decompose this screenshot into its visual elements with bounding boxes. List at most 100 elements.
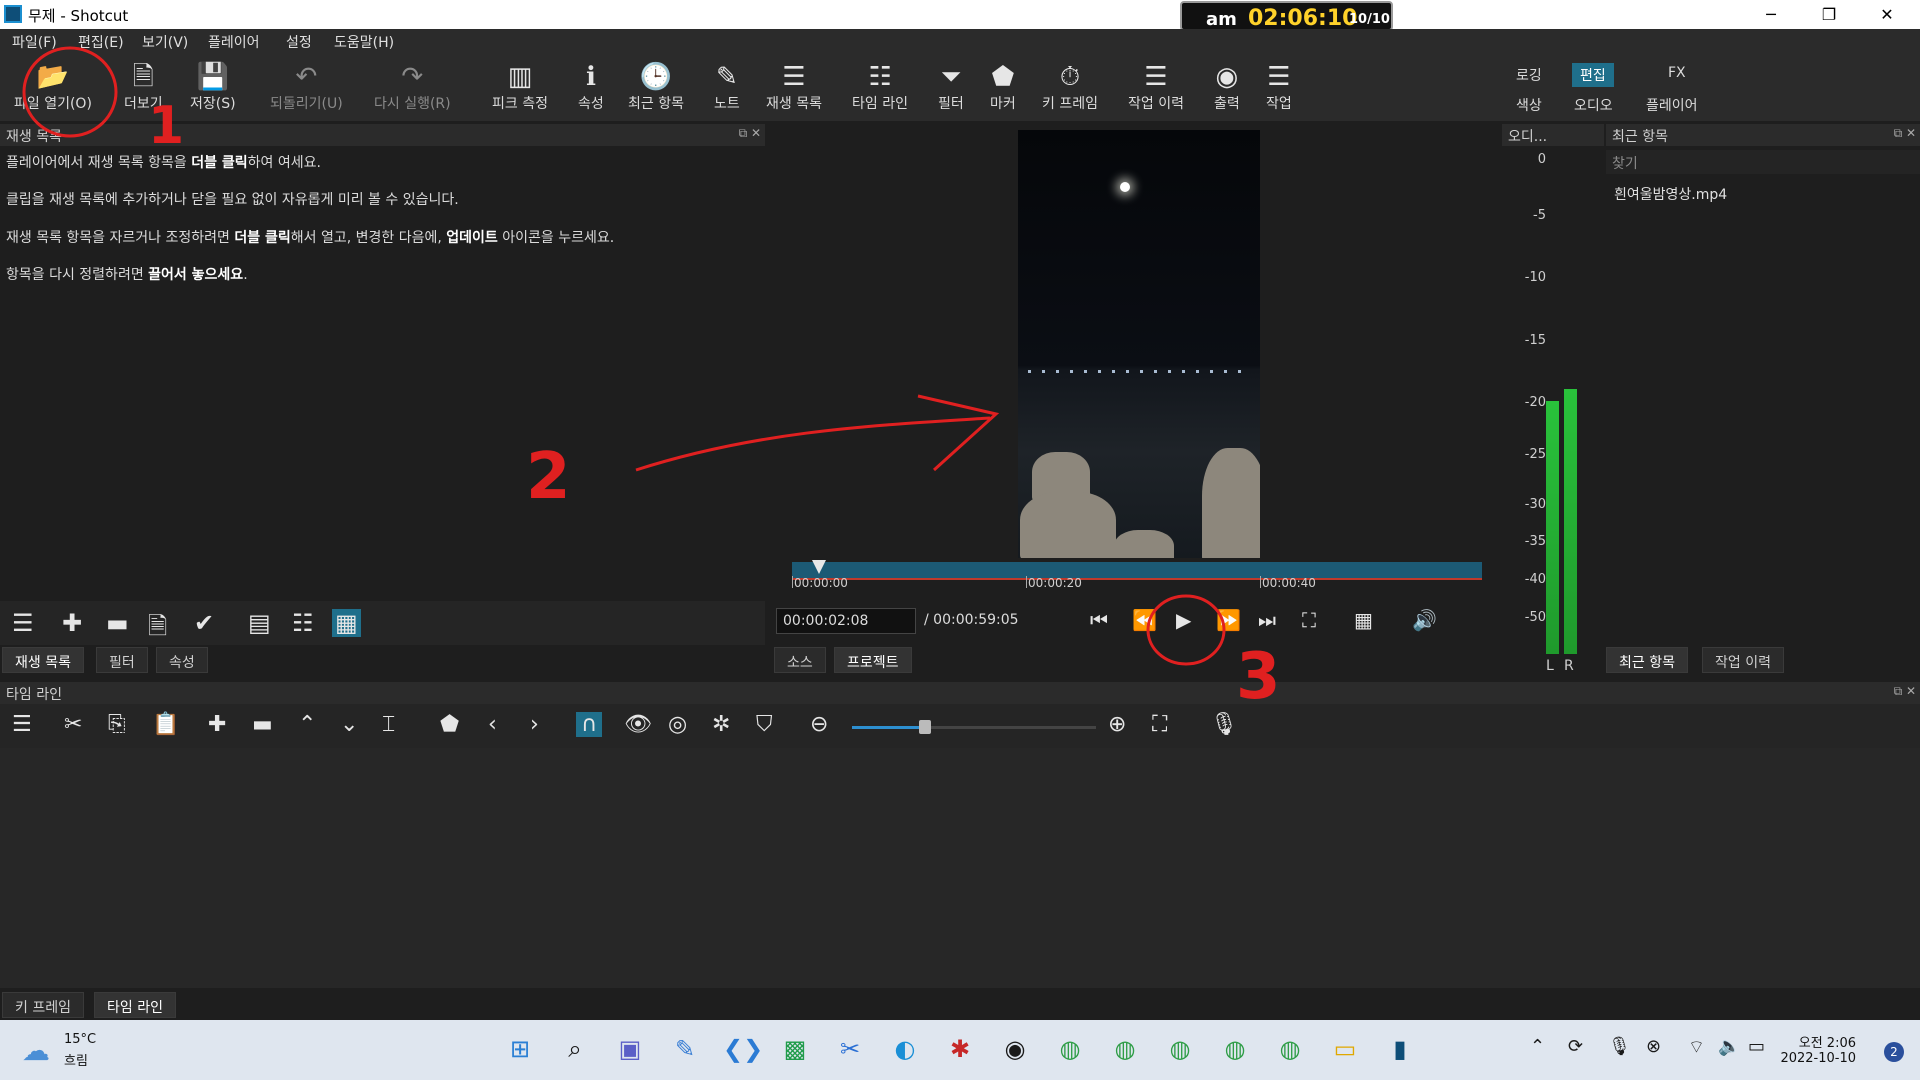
viewer-scrubber[interactable]: 00:00:00 00:00:20 00:00:40 (782, 560, 1492, 596)
chrome-icon[interactable]: ◍ (1053, 1032, 1087, 1066)
properties-button[interactable]: ℹ 속성 (578, 61, 604, 113)
keyframes-button[interactable]: ⏱ 키 프레임 (1042, 61, 1098, 113)
recent-search-input[interactable]: 찾기 (1606, 150, 1920, 174)
list-view-icon[interactable]: ☷ (292, 609, 314, 637)
overwrite-icon[interactable]: ⌄ (340, 712, 358, 737)
ripple-all-icon[interactable]: ✲ (712, 712, 730, 737)
microphone-icon[interactable]: 🎙 (1608, 1036, 1631, 1057)
copy-icon[interactable]: ⎘ (108, 712, 126, 737)
update-icon[interactable]: 🗎 (148, 609, 167, 650)
layout-color[interactable]: 색상 (1508, 93, 1550, 117)
menu-edit[interactable]: 편집(E) (78, 32, 124, 52)
tab-history[interactable]: 작업 이력 (1702, 647, 1784, 673)
remove-clip-icon[interactable]: ▬ (106, 609, 129, 637)
vscode-icon[interactable]: ❮❯ (723, 1032, 763, 1066)
chat-icon[interactable]: ▣ (613, 1032, 647, 1066)
tab-filters[interactable]: 필터 (96, 647, 148, 673)
playlist-menu-icon[interactable]: ☰ (12, 609, 34, 637)
start-icon[interactable]: ⊞ (503, 1032, 537, 1066)
recent-button[interactable]: 🕒 최근 항목 (628, 61, 684, 113)
tab-project[interactable]: 프로젝트 (834, 647, 912, 673)
marker-icon[interactable]: ⬟ (440, 712, 459, 737)
snipping-tool-icon[interactable]: ✂ (833, 1032, 867, 1066)
details-view-icon[interactable]: ▤ (248, 609, 271, 637)
ripple-markers-icon[interactable]: ⛉ (756, 712, 773, 737)
notes-button[interactable]: ✎ 노트 (714, 61, 740, 113)
append-icon[interactable]: ✚ (208, 712, 226, 737)
chrome-icon[interactable]: ◍ (1163, 1032, 1197, 1066)
minimize-button[interactable]: ─ (1748, 2, 1794, 27)
volume-icon[interactable]: 🔊 (1412, 608, 1437, 632)
shotcut-taskbar-icon[interactable]: ▮ (1383, 1032, 1417, 1066)
playlist-button[interactable]: ☰ 재생 목록 (766, 61, 822, 113)
zoom-out-icon[interactable]: ⊖ (810, 712, 828, 737)
cut-icon[interactable]: ✂ (64, 712, 82, 737)
jobs-button[interactable]: ☰ 작업 (1266, 61, 1292, 113)
export-button[interactable]: ◉ 출력 (1214, 61, 1240, 113)
zoom-fit-icon[interactable]: ⛶ (1302, 608, 1316, 632)
chrome-icon[interactable]: ◍ (1218, 1032, 1252, 1066)
weather-temperature[interactable]: 15°C (64, 1032, 96, 1047)
layout-editing[interactable]: 편집 (1572, 63, 1614, 87)
weather-condition[interactable]: 흐림 (64, 1050, 88, 1069)
maximize-button[interactable]: ❐ (1806, 2, 1852, 27)
tab-properties[interactable]: 속성 (156, 647, 208, 673)
taskbar-clock[interactable]: 오전 2:06 2022-10-10 (1780, 1032, 1856, 1066)
menu-settings[interactable]: 설정 (286, 32, 312, 52)
lift-icon[interactable]: ⌃ (298, 712, 316, 737)
pycharm-icon[interactable]: ▩ (778, 1032, 812, 1066)
cloud-icon[interactable]: ☁ (22, 1034, 50, 1067)
layout-audio[interactable]: 오디오 (1566, 93, 1621, 117)
recent-item[interactable]: 흰여울밤영상.mp4 (1614, 184, 1727, 204)
add-clip-icon[interactable]: ✚ (62, 609, 82, 637)
record-audio-icon[interactable]: 🎙 (1210, 712, 1238, 737)
zoom-slider[interactable] (852, 720, 1096, 734)
split-icon[interactable]: ⌶ (382, 712, 395, 737)
ripple-icon[interactable]: ◎ (668, 712, 687, 737)
previous-marker-icon[interactable]: ‹ (488, 712, 497, 737)
position-timecode-field[interactable]: 00:00:02:08 (776, 608, 916, 634)
snap-magnet-icon[interactable]: ∩ (576, 712, 603, 737)
zoom-in-icon[interactable]: ⊕ (1108, 712, 1126, 737)
tab-playlist[interactable]: 재생 목록 (2, 647, 84, 673)
history-button[interactable]: ☰ 작업 이력 (1128, 61, 1184, 113)
tab-timeline[interactable]: 타임 라인 (94, 992, 176, 1018)
redo-button[interactable]: ↷ 다시 실행(R) (374, 61, 451, 113)
search-icon[interactable]: ⌕ (558, 1032, 592, 1066)
layout-logging[interactable]: 로깅 (1508, 63, 1550, 87)
filters-button[interactable]: ⏷ 필터 (938, 61, 964, 113)
panel-float-close-icon[interactable]: ⧉ ✕ (1894, 684, 1916, 699)
playhead[interactable] (812, 560, 826, 574)
zoom-slider-handle[interactable] (919, 720, 932, 734)
grid-icon[interactable]: ▦ (1354, 608, 1373, 632)
battery-icon[interactable]: ▭ (1748, 1036, 1765, 1057)
zoom-fit-icon[interactable]: ⛶ (1152, 712, 1167, 737)
timeline-menu-icon[interactable]: ☰ (12, 712, 32, 737)
save-button[interactable]: 💾 저장(S) (190, 61, 236, 113)
wifi-icon[interactable]: ⌔ (1688, 1036, 1705, 1059)
markers-button[interactable]: ⬟ 마커 (990, 61, 1016, 113)
speaker-icon[interactable]: 🔈 (1718, 1036, 1740, 1057)
play-icon[interactable]: ▶ (1176, 608, 1191, 632)
layout-fx[interactable]: FX (1660, 63, 1694, 83)
close-circle-icon[interactable]: ⊗ (1646, 1036, 1661, 1057)
skip-next-icon[interactable]: ⏭ (1258, 608, 1276, 632)
paste-icon[interactable]: 📋 (152, 712, 179, 737)
paint-app-icon[interactable]: ✎ (668, 1032, 702, 1066)
korean-app-icon[interactable]: ✱ (943, 1032, 977, 1066)
panel-float-close-icon[interactable]: ⧉ ✕ (1894, 126, 1916, 141)
peak-meter-button[interactable]: ▥ 피크 측정 (492, 61, 548, 113)
timeline-button[interactable]: ☷ 타임 라인 (852, 61, 908, 113)
rewind-icon[interactable]: ⏪ (1132, 608, 1157, 632)
playlist-panel[interactable]: 플레이어에서 재생 목록 항목을 더블 클릭하여 여세요. 클립을 재생 목록에… (0, 148, 765, 601)
menu-player[interactable]: 플레이어 (208, 32, 260, 52)
tab-recent[interactable]: 최근 항목 (1606, 647, 1688, 673)
grid-view-icon[interactable]: ▦ (332, 609, 361, 637)
menu-help[interactable]: 도움말(H) (334, 32, 394, 52)
layout-player[interactable]: 플레이어 (1638, 93, 1706, 117)
scrub-bar[interactable] (792, 562, 1482, 580)
menu-file[interactable]: 파일(F) (12, 32, 57, 52)
open-file-button[interactable]: 📂 파일 열기(O) (14, 61, 92, 113)
next-marker-icon[interactable]: › (530, 712, 539, 737)
tab-source[interactable]: 소스 (774, 647, 826, 673)
